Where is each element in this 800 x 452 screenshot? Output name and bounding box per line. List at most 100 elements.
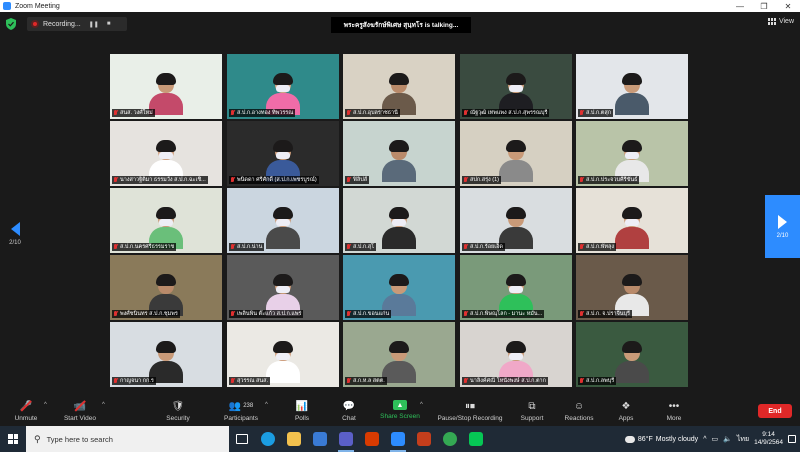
microphone-muted-icon (463, 378, 468, 384)
taskbar-clock[interactable]: 9:14 14/9/2564 (754, 431, 783, 447)
participant-video (266, 341, 300, 383)
face-mask (625, 219, 639, 226)
volume-icon[interactable]: 🔈 (723, 435, 732, 443)
more-button[interactable]: ••• More (650, 400, 698, 423)
mail-icon (313, 432, 327, 446)
video-tile[interactable]: เพลินพิน ต๊ะแก้ว ส.ป.ก.แพร่ (227, 255, 339, 320)
security-button[interactable]: 🛡 Security (154, 400, 202, 423)
previous-page-button[interactable]: 2/10 (0, 208, 30, 260)
video-tile[interactable]: นาลิงค์ศณี โหนังพงษ์ ส.ป.ก.ตาก (460, 322, 572, 387)
share-options-caret-icon[interactable]: ^ (420, 402, 423, 408)
participant-name: ส.ป.ก.พิษณุโลก - มานะ หมั่น... (470, 311, 543, 317)
share-screen-button[interactable]: ▲ Share Screen (376, 400, 424, 420)
participant-video (382, 73, 416, 115)
face-mask (392, 219, 406, 226)
pause-stop-recording-button[interactable]: ⏸⏹ Pause/Stop Recording (434, 400, 506, 423)
taskbar-app-teams[interactable] (333, 426, 359, 452)
video-tile[interactable]: ส.ป.ก.อางทอง ทิพวรรณ (227, 54, 339, 119)
video-tile[interactable]: พงศ์ชนินทร ส.ป.ก.ชุมพร (110, 255, 222, 320)
video-tile[interactable]: พนิดดา ศรีศักดิ์ (ส.ป.ก.เพชรบูรณ์) (227, 121, 339, 186)
support-icon: ⧉ (528, 400, 536, 412)
video-tile[interactable]: ส.ป.ก.น่าน (227, 188, 339, 253)
maximize-button[interactable]: ❐ (752, 0, 776, 12)
participants-button[interactable]: 👥 238 Participants (216, 400, 266, 423)
video-tile[interactable]: ส.ป.ก.นครศรีธรรมราช (110, 188, 222, 253)
office-icon (365, 432, 379, 446)
video-tile[interactable]: ส.ป.ก.ประจวบคีรีขันธ์ (576, 121, 688, 186)
edge-icon (261, 432, 275, 446)
video-tile[interactable]: ส.ป.ก.ตสุก (576, 54, 688, 119)
chat-button[interactable]: 💬 Chat (325, 400, 373, 423)
notifications-icon[interactable] (788, 435, 796, 443)
participant-name: นาลิงค์ศณี โหนังพงษ์ ส.ป.ก.ตาก (470, 378, 546, 384)
powerpoint-icon (417, 432, 431, 446)
video-tile[interactable]: กาญจนา กก.ร (110, 322, 222, 387)
audio-options-caret-icon[interactable]: ^ (44, 402, 47, 408)
apps-label: Apps (618, 415, 634, 422)
shield-icon[interactable] (6, 18, 16, 30)
recording-indicator: Recording... ❚❚ ■ (27, 17, 127, 31)
participant-video (499, 341, 533, 383)
network-icon[interactable]: ▭ (711, 435, 718, 443)
view-button[interactable]: View (767, 18, 794, 25)
participant-video (149, 207, 183, 249)
taskbar-search-box[interactable]: ⚲ Type here to search (26, 426, 229, 452)
minimize-button[interactable]: — (728, 0, 752, 12)
participant-video (149, 274, 183, 316)
reactions-button[interactable]: ☺ Reactions (555, 400, 603, 423)
taskbar-app-mail[interactable] (307, 426, 333, 452)
more-label: More (666, 415, 682, 422)
video-tile[interactable]: ฟิลิปส์ (343, 121, 455, 186)
video-tile[interactable]: สปก.สรุ่ง (1) (460, 121, 572, 186)
taskbar-app-edge[interactable] (255, 426, 281, 452)
taskbar-app-office[interactable] (359, 426, 385, 452)
participant-video (382, 341, 416, 383)
video-tile[interactable]: ส.ป.ก.ขอนแก่น (343, 255, 455, 320)
video-tile[interactable]: ส.ป.ก.ลพบุรี (576, 322, 688, 387)
face-mask (509, 85, 523, 92)
participant-name-label: ส.ป.ก.พัทลุง (578, 243, 617, 251)
unmute-label: Unmute (14, 415, 38, 422)
pause-recording-icon[interactable]: ❚❚ (89, 21, 99, 28)
video-tile[interactable]: ส.ป.ก. จ.ปราจีนบุรี (576, 255, 688, 320)
video-tile[interactable]: ส.ป.ก.อุบลราชธานี (343, 54, 455, 119)
video-options-caret-icon[interactable]: ^ (102, 402, 105, 408)
face-mask (276, 353, 290, 360)
participant-name-label: สนส. วงศ์ใหม่ (112, 109, 155, 117)
participant-name: นางสาวฐิติมา ธรรมวัง ส.ป.ก.ฉะเชิ... (120, 177, 206, 183)
share-screen-label: Share Screen (380, 413, 420, 420)
participant-name: ส.ป.ก.นครศรีธรรมราช (120, 244, 175, 250)
participants-options-caret-icon[interactable]: ^ (265, 402, 268, 408)
video-tile[interactable]: ส.ป.ก.สุโ (343, 188, 455, 253)
chrome-icon (443, 432, 457, 446)
taskbar-app-line[interactable] (463, 426, 489, 452)
video-tile[interactable]: ส.ก.ห.ล สตต. (343, 322, 455, 387)
window-title: Zoom Meeting (15, 2, 60, 10)
weather-widget[interactable]: 86°F Mostly cloudy (624, 435, 698, 443)
video-tile[interactable]: ส.ป.ก.พัทลุง (576, 188, 688, 253)
face-mask (159, 152, 173, 159)
close-button[interactable]: ✕ (776, 0, 800, 12)
video-tile[interactable]: สุวรรณ สนส. (227, 322, 339, 387)
video-tile[interactable]: ณัฐวุฒิ เทพแพง ส.ป.ก.สุพรรณบุรี (460, 54, 572, 119)
support-button[interactable]: ⧉ Support (508, 400, 556, 423)
stop-recording-icon[interactable]: ■ (107, 21, 111, 27)
language-indicator[interactable]: ไทย (737, 434, 749, 445)
chevron-up-icon[interactable]: ^ (703, 436, 706, 443)
apps-button[interactable]: ❖ Apps (602, 400, 650, 423)
polls-button[interactable]: 📊 Polls (278, 400, 326, 423)
end-meeting-button[interactable]: End (758, 404, 792, 418)
taskbar-app-chrome[interactable] (437, 426, 463, 452)
next-page-button[interactable]: 2/10 (765, 195, 800, 258)
taskbar-app-file-explorer[interactable] (281, 426, 307, 452)
taskbar-app-zoom[interactable] (385, 426, 411, 452)
taskbar-app-task-view[interactable] (229, 426, 255, 452)
video-tile[interactable]: ส.ป.ก.พิษณุโลก - มานะ หมั่น... (460, 255, 572, 320)
taskbar-app-powerpoint[interactable] (411, 426, 437, 452)
video-tile[interactable]: นางสาวฐิติมา ธรรมวัง ส.ป.ก.ฉะเชิ... (110, 121, 222, 186)
start-button[interactable] (0, 426, 26, 452)
video-tile[interactable]: ส.ป.ก.ร้อยเอ็ด (460, 188, 572, 253)
start-video-button[interactable]: 📹 Start Video (56, 400, 104, 423)
unmute-button[interactable]: 🎤 Unmute (2, 400, 50, 423)
video-tile[interactable]: สนส. วงศ์ใหม่ (110, 54, 222, 119)
